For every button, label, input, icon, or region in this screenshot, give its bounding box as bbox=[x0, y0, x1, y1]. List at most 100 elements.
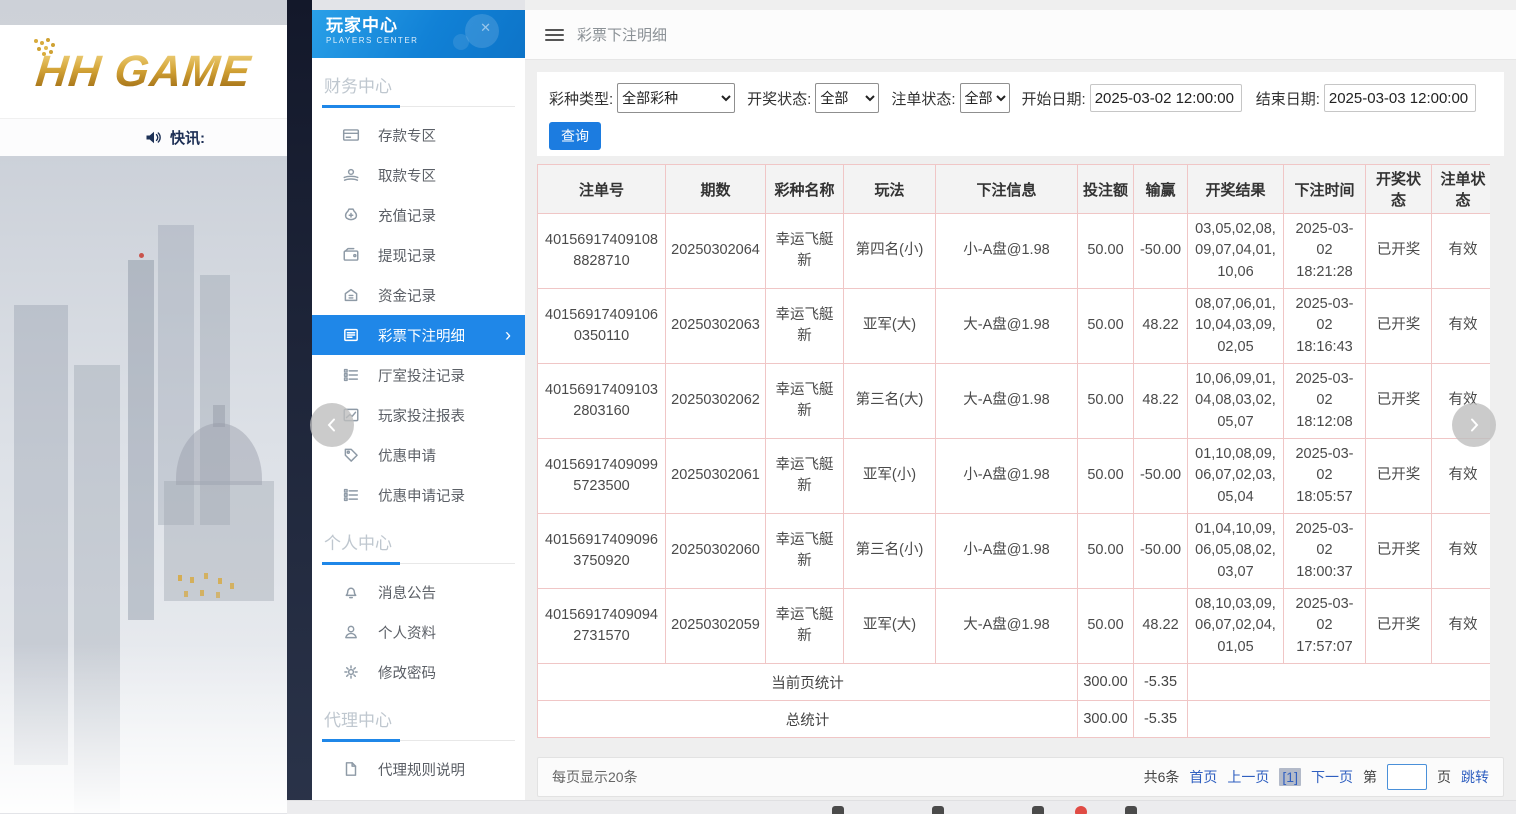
start-date-label: 开始日期: bbox=[1022, 88, 1086, 109]
page-title: 彩票下注明细 bbox=[577, 24, 667, 45]
sidebar-item-agent-team-stats[interactable]: 代理团队统计 bbox=[312, 789, 525, 800]
cell-period: 20250302059 bbox=[666, 589, 766, 664]
col-play_type: 玩法 bbox=[844, 165, 936, 214]
page-jump-input[interactable] bbox=[1387, 764, 1427, 790]
sidebar-item-notice[interactable]: 消息公告 bbox=[312, 572, 525, 612]
section-heading: 代理中心 bbox=[322, 704, 515, 741]
bets-table-panel: 注单号期数彩种名称玩法下注信息投注额输赢开奖结果下注时间开奖状态注单状态 401… bbox=[537, 164, 1490, 738]
profile-icon bbox=[342, 623, 360, 641]
summary-row-current-page: 当前页统计300.00-5.35 bbox=[538, 664, 1491, 701]
cell-bet_info: 小-A盘@1.98 bbox=[936, 514, 1078, 589]
cell-lottery_name: 幸运飞艇新 bbox=[766, 589, 844, 664]
cell-bet_status: 有效 bbox=[1432, 514, 1491, 589]
deposit-icon bbox=[342, 126, 360, 144]
draw-status-select[interactable]: 全部 bbox=[815, 83, 879, 113]
agent-rules-icon bbox=[342, 760, 360, 778]
col-period: 期数 bbox=[666, 165, 766, 214]
cell-lottery_name: 幸运飞艇新 bbox=[766, 364, 844, 439]
current-page-badge: [1] bbox=[1279, 768, 1301, 786]
sidebar-item-label: 个人资料 bbox=[378, 622, 436, 643]
cell-draw_result: 01,04,10,09,06,05,08,02,03,07 bbox=[1188, 514, 1284, 589]
sidebar-item-label: 充值记录 bbox=[378, 205, 436, 226]
cell-draw_status: 已开奖 bbox=[1366, 439, 1432, 514]
lottery-type-select[interactable]: 全部彩种 bbox=[617, 83, 735, 113]
topbar: 彩票下注明细 bbox=[525, 10, 1516, 60]
bet-status-label: 注单状态: bbox=[891, 88, 955, 109]
cell-bet_time: 2025-03-02 17:57:07 bbox=[1284, 589, 1366, 664]
bet-status-select[interactable]: 全部 bbox=[960, 83, 1010, 113]
speaker-icon bbox=[145, 130, 162, 145]
logo-text: HH GAME bbox=[33, 47, 253, 97]
sidebar-item-withdraw-zone[interactable]: 取款专区 bbox=[312, 155, 525, 195]
news-ticker: 快讯: bbox=[0, 118, 287, 156]
cell-period: 20250302060 bbox=[666, 514, 766, 589]
sidebar-item-agent-rules[interactable]: 代理规则说明 bbox=[312, 749, 525, 789]
sidebar-item-label: 代理规则说明 bbox=[378, 759, 465, 780]
col-draw_result: 开奖结果 bbox=[1188, 165, 1284, 214]
first-page-link[interactable]: 首页 bbox=[1189, 767, 1217, 787]
sidebar-item-label: 彩票下注明细 bbox=[378, 325, 465, 346]
sidebar-item-lottery-bet-detail[interactable]: 彩票下注明细› bbox=[312, 315, 525, 355]
summary-empty bbox=[1188, 701, 1491, 738]
recharge-record-icon bbox=[342, 206, 360, 224]
sidebar-item-profile[interactable]: 个人资料 bbox=[312, 612, 525, 652]
search-button[interactable]: 查询 bbox=[549, 122, 601, 150]
sidebar-item-label: 取款专区 bbox=[378, 165, 436, 186]
sidebar-item-change-password[interactable]: 修改密码 bbox=[312, 652, 525, 692]
cell-bet_time: 2025-03-02 18:21:28 bbox=[1284, 214, 1366, 289]
summary-empty bbox=[1188, 664, 1491, 701]
draw-status-label: 开奖状态: bbox=[747, 88, 811, 109]
start-date-input[interactable] bbox=[1090, 84, 1242, 112]
news-label: 快讯: bbox=[170, 127, 205, 148]
carousel-prev-button[interactable] bbox=[310, 403, 354, 447]
col-bet_no: 注单号 bbox=[538, 165, 666, 214]
cell-period: 20250302064 bbox=[666, 214, 766, 289]
sidebar-item-label: 消息公告 bbox=[378, 582, 436, 603]
cell-draw_status: 已开奖 bbox=[1366, 589, 1432, 664]
cell-play_type: 亚军(大) bbox=[844, 289, 936, 364]
cell-bet_amount: 50.00 bbox=[1078, 514, 1134, 589]
brand-logo: HH GAME bbox=[0, 25, 287, 118]
cell-bet_no: 401569174091088828710 bbox=[538, 214, 666, 289]
background-photo: HH GAME 快讯: bbox=[0, 0, 287, 813]
per-page-text: 每页显示20条 bbox=[552, 767, 638, 787]
table-row: 40156917409094273157020250302059幸运飞艇新亚军(… bbox=[538, 589, 1491, 664]
cell-bet_status: 有效 bbox=[1432, 289, 1491, 364]
sidebar-item-recharge-record[interactable]: 充值记录 bbox=[312, 195, 525, 235]
cell-bet_amount: 50.00 bbox=[1078, 589, 1134, 664]
cell-play_type: 第四名(小) bbox=[844, 214, 936, 289]
cell-play_type: 亚军(小) bbox=[844, 439, 936, 514]
sidebar-item-funds-record[interactable]: 资金记录 bbox=[312, 275, 525, 315]
next-page-link[interactable]: 下一页 bbox=[1311, 767, 1353, 787]
sidebar-header: 玩家中心 PLAYERS CENTER ✕ bbox=[312, 10, 525, 58]
jump-link[interactable]: 跳转 bbox=[1461, 767, 1489, 787]
sidebar-item-hall-bet-record[interactable]: 厅室投注记录 bbox=[312, 355, 525, 395]
footer-icons-strip bbox=[287, 800, 1516, 814]
cell-lottery_name: 幸运飞艇新 bbox=[766, 514, 844, 589]
table-row: 40156917409096375092020250302060幸运飞艇新第三名… bbox=[538, 514, 1491, 589]
cell-draw_result: 10,06,09,01,04,08,03,02,05,07 bbox=[1188, 364, 1284, 439]
sidebar-item-label: 提现记录 bbox=[378, 245, 436, 266]
cell-draw_result: 08,07,06,01,10,04,03,09,02,05 bbox=[1188, 289, 1284, 364]
cell-lottery_name: 幸运飞艇新 bbox=[766, 214, 844, 289]
table-row: 40156917409106035011020250302063幸运飞艇新亚军(… bbox=[538, 289, 1491, 364]
sidebar-item-label: 玩家投注报表 bbox=[378, 405, 465, 426]
cell-bet_amount: 50.00 bbox=[1078, 439, 1134, 514]
end-date-input[interactable] bbox=[1324, 84, 1476, 112]
carousel-next-button[interactable] bbox=[1452, 403, 1496, 447]
sidebar-item-promo-apply-record[interactable]: 优惠申请记录 bbox=[312, 475, 525, 515]
summary-label: 总统计 bbox=[538, 701, 1078, 738]
chevron-left-icon bbox=[324, 417, 340, 433]
cell-bet_amount: 50.00 bbox=[1078, 364, 1134, 439]
table-header-row: 注单号期数彩种名称玩法下注信息投注额输赢开奖结果下注时间开奖状态注单状态 bbox=[538, 165, 1491, 214]
sidebar-item-label: 存款专区 bbox=[378, 125, 436, 146]
prev-page-link[interactable]: 上一页 bbox=[1227, 767, 1269, 787]
bets-table: 注单号期数彩种名称玩法下注信息投注额输赢开奖结果下注时间开奖状态注单状态 401… bbox=[537, 164, 1490, 738]
sidebar-item-deposit-zone[interactable]: 存款专区 bbox=[312, 115, 525, 155]
menu-toggle-icon[interactable] bbox=[545, 29, 564, 41]
logo-sparkle-decoration bbox=[34, 39, 38, 43]
cell-win_loss: 48.22 bbox=[1134, 589, 1188, 664]
cell-bet_info: 大-A盘@1.98 bbox=[936, 589, 1078, 664]
sidebar-item-withdrawal-record[interactable]: 提现记录 bbox=[312, 235, 525, 275]
cell-bet_no: 401569174090995723500 bbox=[538, 439, 666, 514]
